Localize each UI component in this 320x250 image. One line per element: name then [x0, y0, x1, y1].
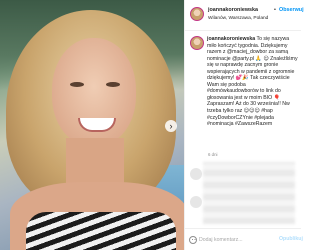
comment-bar: Opublikuj	[185, 228, 303, 250]
post-sidebar: joannakoroniewska • Obserwuj Wilanów, Wa…	[184, 0, 304, 250]
avatar[interactable]	[190, 7, 204, 21]
location-link[interactable]: Wilanów, Warszawa, Poland	[208, 16, 268, 21]
emoji-icon[interactable]	[189, 236, 197, 244]
photo-eye-right	[106, 82, 120, 87]
blurred-comments	[203, 162, 295, 224]
blurred-comment-avatar	[190, 168, 202, 180]
comment-input[interactable]	[199, 235, 277, 245]
photo-striped-bikini	[26, 212, 176, 250]
caption-text: joannakoroniewska To się nazywa miło koń…	[207, 36, 298, 128]
follow-button[interactable]: Obserwuj	[279, 7, 304, 13]
publish-button[interactable]: Opublikuj	[279, 236, 303, 242]
instagram-post-view: › joannakoroniewska • Obserwuj Wilanów, …	[0, 0, 304, 250]
photo-eye-left	[70, 82, 84, 87]
caption-avatar[interactable]	[190, 36, 204, 50]
blurred-comment-avatar	[190, 196, 202, 208]
chevron-right-icon[interactable]: ›	[165, 120, 177, 132]
username[interactable]: joannakoroniewska	[208, 7, 258, 13]
follow-separator: •	[274, 7, 276, 13]
post-header: joannakoroniewska • Obserwuj Wilanów, Wa…	[185, 0, 304, 31]
caption-block: joannakoroniewska To się nazywa miło koń…	[190, 36, 298, 127]
post-photo[interactable]: ›	[0, 0, 184, 250]
post-time[interactable]: 6 dni	[208, 152, 218, 157]
caption-body: To się nazywa miło kończyć tygodnia. Dzi…	[207, 36, 298, 128]
caption-username[interactable]: joannakoroniewska	[207, 36, 255, 42]
